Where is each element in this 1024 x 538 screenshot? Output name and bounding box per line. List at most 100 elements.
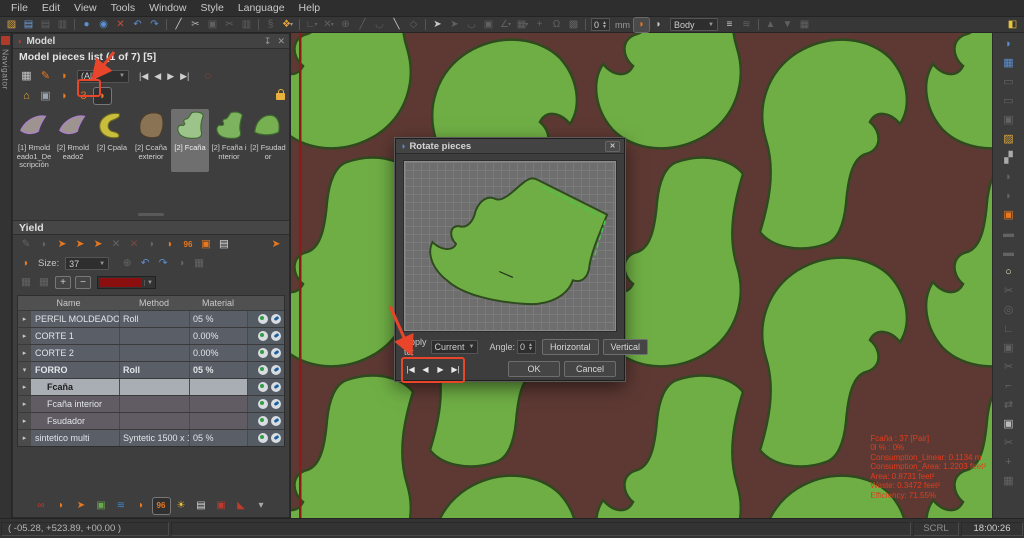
flip-size-icon[interactable]: ◑ xyxy=(173,256,189,271)
scissors-icon[interactable]: ✂ xyxy=(188,18,203,32)
menu-tools[interactable]: Tools xyxy=(104,1,143,15)
piece-flat2-icon[interactable]: ▭ xyxy=(1000,93,1018,110)
dots-grid-icon[interactable]: ▦ xyxy=(1000,473,1018,490)
nest-step-icon[interactable]: ➤ xyxy=(90,237,106,252)
add-size-icon[interactable]: ▦ xyxy=(191,256,207,271)
pair-count-icon[interactable]: 96 xyxy=(180,237,196,252)
swap-icon[interactable]: ⇄ xyxy=(1000,397,1018,414)
apply-to-select[interactable]: Current ▼ xyxy=(431,340,479,354)
grid-board-icon[interactable]: ▦ xyxy=(1000,55,1018,72)
piece-thumbnail-3[interactable]: [2] Cpala xyxy=(93,109,131,172)
pin-tool-icon[interactable]: ❖▾ xyxy=(280,18,295,32)
edit-piece-icon[interactable]: ✎ xyxy=(37,68,54,84)
line-tool-icon[interactable]: ╱ xyxy=(355,18,370,32)
row-expander[interactable]: ▸ xyxy=(18,413,31,429)
folder-lib-icon[interactable]: ▨ xyxy=(1000,131,1018,148)
group-add-icon[interactable]: ▦ xyxy=(797,18,812,32)
square-view-icon[interactable]: ▣ xyxy=(1000,416,1018,433)
layer-stack-icon[interactable]: ≋ xyxy=(739,18,754,32)
paint-icon[interactable] xyxy=(271,399,281,409)
add-button[interactable]: + xyxy=(55,276,71,289)
table-row[interactable]: ▾FORRORoll05 % xyxy=(18,361,284,378)
last-piece-button[interactable]: ▶| xyxy=(449,362,462,377)
rotate-left-size-icon[interactable]: ↶ xyxy=(137,256,153,271)
locate-piece-icon[interactable]: ◌ xyxy=(199,68,216,84)
paint-icon[interactable] xyxy=(271,382,281,392)
piece-yield-icon[interactable]: ◗ xyxy=(36,237,52,252)
material-color-select[interactable]: ▼ xyxy=(97,276,156,289)
add-item-icon[interactable]: + xyxy=(1000,454,1018,471)
visibility-icon[interactable] xyxy=(258,382,268,392)
paste-icon[interactable]: ▥ xyxy=(239,18,254,32)
piece-thumbnail-7[interactable]: [2] Fsudador xyxy=(249,109,287,172)
navigator-icon[interactable] xyxy=(1,36,10,45)
paint-icon[interactable] xyxy=(271,314,281,324)
spinner-arrows[interactable]: ▲▼ xyxy=(528,343,533,351)
open-folder-icon[interactable]: ▨ xyxy=(4,18,19,32)
body-select[interactable]: Body ▼ xyxy=(670,18,718,31)
lock-piece-icon[interactable]: ▣ xyxy=(1000,340,1018,357)
delete-nest-icon[interactable]: ✕ xyxy=(126,237,142,252)
row-expander[interactable]: ▸ xyxy=(18,328,31,344)
nest-panel-icon[interactable]: ▣ xyxy=(1000,207,1018,224)
visibility-icon[interactable] xyxy=(258,433,268,443)
piece-out-icon[interactable]: ◗ xyxy=(144,237,160,252)
red-grid-icon[interactable]: ▣ xyxy=(213,498,230,514)
ok-button[interactable]: OK xyxy=(508,361,560,377)
angle-tool-icon[interactable]: ∠▾ xyxy=(498,18,513,32)
rotate-right-size-icon[interactable]: ↷ xyxy=(155,256,171,271)
sole-piece-icon[interactable]: ◗ xyxy=(56,88,73,104)
piece-thumbnail-2[interactable]: [2] Rmoldeado2 xyxy=(54,109,92,172)
shoe-view-icon[interactable]: ◗ xyxy=(53,498,70,514)
nest-fast-icon[interactable]: ➤ xyxy=(72,237,88,252)
layers-view-icon[interactable]: ≋ xyxy=(113,498,130,514)
table-row[interactable]: ▸sintetico multiSyntetic 1500 x 1000 mm0… xyxy=(18,429,284,446)
bracket-icon[interactable]: ⌐ xyxy=(1000,378,1018,395)
row-expander[interactable]: ▸ xyxy=(18,379,31,395)
size-select[interactable]: 37 ▼ xyxy=(65,257,109,270)
spinner-arrows[interactable]: ▲▼ xyxy=(602,21,607,29)
remove-material-icon[interactable]: ▦ xyxy=(36,275,52,290)
table-row[interactable]: ▸CORTE 10.00% xyxy=(18,327,284,344)
vertical-button[interactable]: Vertical xyxy=(603,339,649,355)
piece-filter-select[interactable]: (All) ▼ xyxy=(77,70,129,83)
column-header-material[interactable]: Material xyxy=(189,298,247,308)
link-tool-icon[interactable]: ◇ xyxy=(406,18,421,32)
move-tool-icon[interactable]: + xyxy=(532,18,547,32)
horizontal-button[interactable]: Horizontal xyxy=(542,339,599,355)
node-select-tool-icon[interactable]: ➤ xyxy=(447,18,462,32)
gauge-icon[interactable]: ◎ xyxy=(1000,302,1018,319)
size-shoe-icon[interactable]: ◗ xyxy=(18,256,34,271)
row-expander[interactable]: ▾ xyxy=(18,362,31,378)
select-tool-icon[interactable]: ➤ xyxy=(430,18,445,32)
first-piece-button[interactable]: |◀ xyxy=(404,362,417,377)
save-icon[interactable]: ▤ xyxy=(21,18,36,32)
visibility-icon[interactable] xyxy=(258,416,268,426)
piece-run-icon[interactable]: ➤ xyxy=(73,498,90,514)
lock-pieces-button[interactable] xyxy=(276,87,285,105)
panel-toggle-icon[interactable]: ◧ xyxy=(1005,18,1020,32)
menu-window[interactable]: Window xyxy=(142,1,193,15)
clipboard-view-icon[interactable]: ▤ xyxy=(193,498,210,514)
stop-nest-icon[interactable]: ✕ xyxy=(108,237,124,252)
pin-icon[interactable]: ↧ xyxy=(264,36,272,47)
day-view-icon[interactable]: ☀ xyxy=(173,498,190,514)
next-piece-button[interactable]: ▶ xyxy=(434,362,447,377)
measure-icon[interactable]: § xyxy=(263,18,278,32)
fill-tool-icon[interactable]: ▩ xyxy=(566,18,581,32)
prev-piece-button[interactable]: ◀ xyxy=(151,70,164,83)
bind-pieces-icon[interactable]: ∞ xyxy=(33,498,50,514)
align-stack-icon[interactable]: ≡ xyxy=(722,18,737,32)
row-expander[interactable]: ▸ xyxy=(18,311,31,327)
next-piece-button[interactable]: ▶ xyxy=(164,70,177,83)
rotate-tool-icon[interactable]: Ω xyxy=(549,18,564,32)
piece-in-icon[interactable]: ◗ xyxy=(162,237,178,252)
report-doc-icon[interactable]: ▤ xyxy=(216,237,232,252)
menu-file[interactable]: File xyxy=(4,1,35,15)
column-header-name[interactable]: Name xyxy=(18,298,119,308)
caliper-icon[interactable]: ∟ xyxy=(1000,321,1018,338)
piece-thumbnail-4[interactable]: [2] Ccaña exterior xyxy=(132,109,170,172)
flip-piece-icon[interactable]: ◗ xyxy=(94,88,111,104)
knife-icon[interactable]: ╱ xyxy=(171,18,186,32)
flat-b-icon[interactable]: ▬ xyxy=(1000,245,1018,262)
